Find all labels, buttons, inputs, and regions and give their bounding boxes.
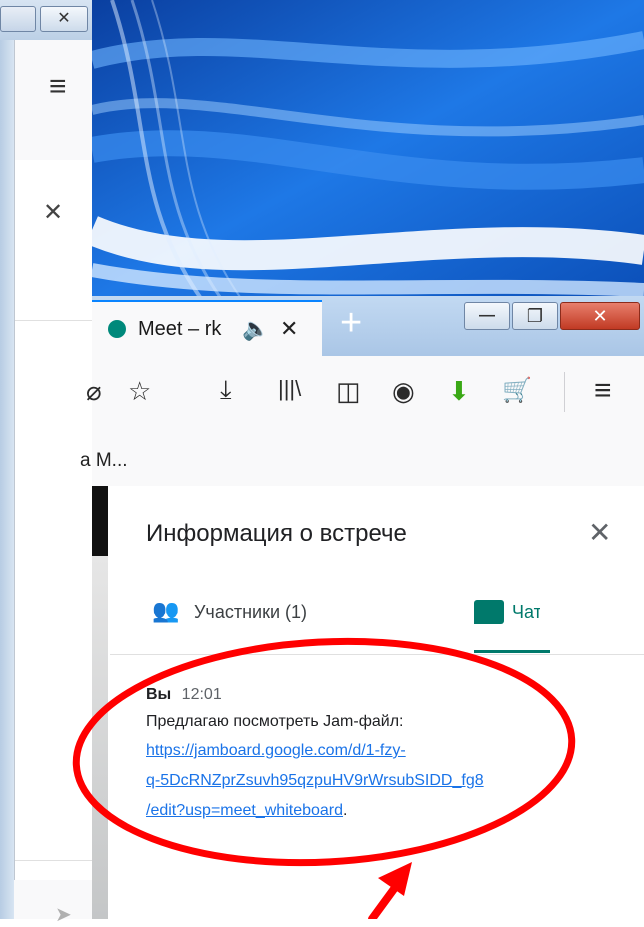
- highlight-ellipse: [72, 637, 576, 867]
- red-annotation: [72, 637, 576, 919]
